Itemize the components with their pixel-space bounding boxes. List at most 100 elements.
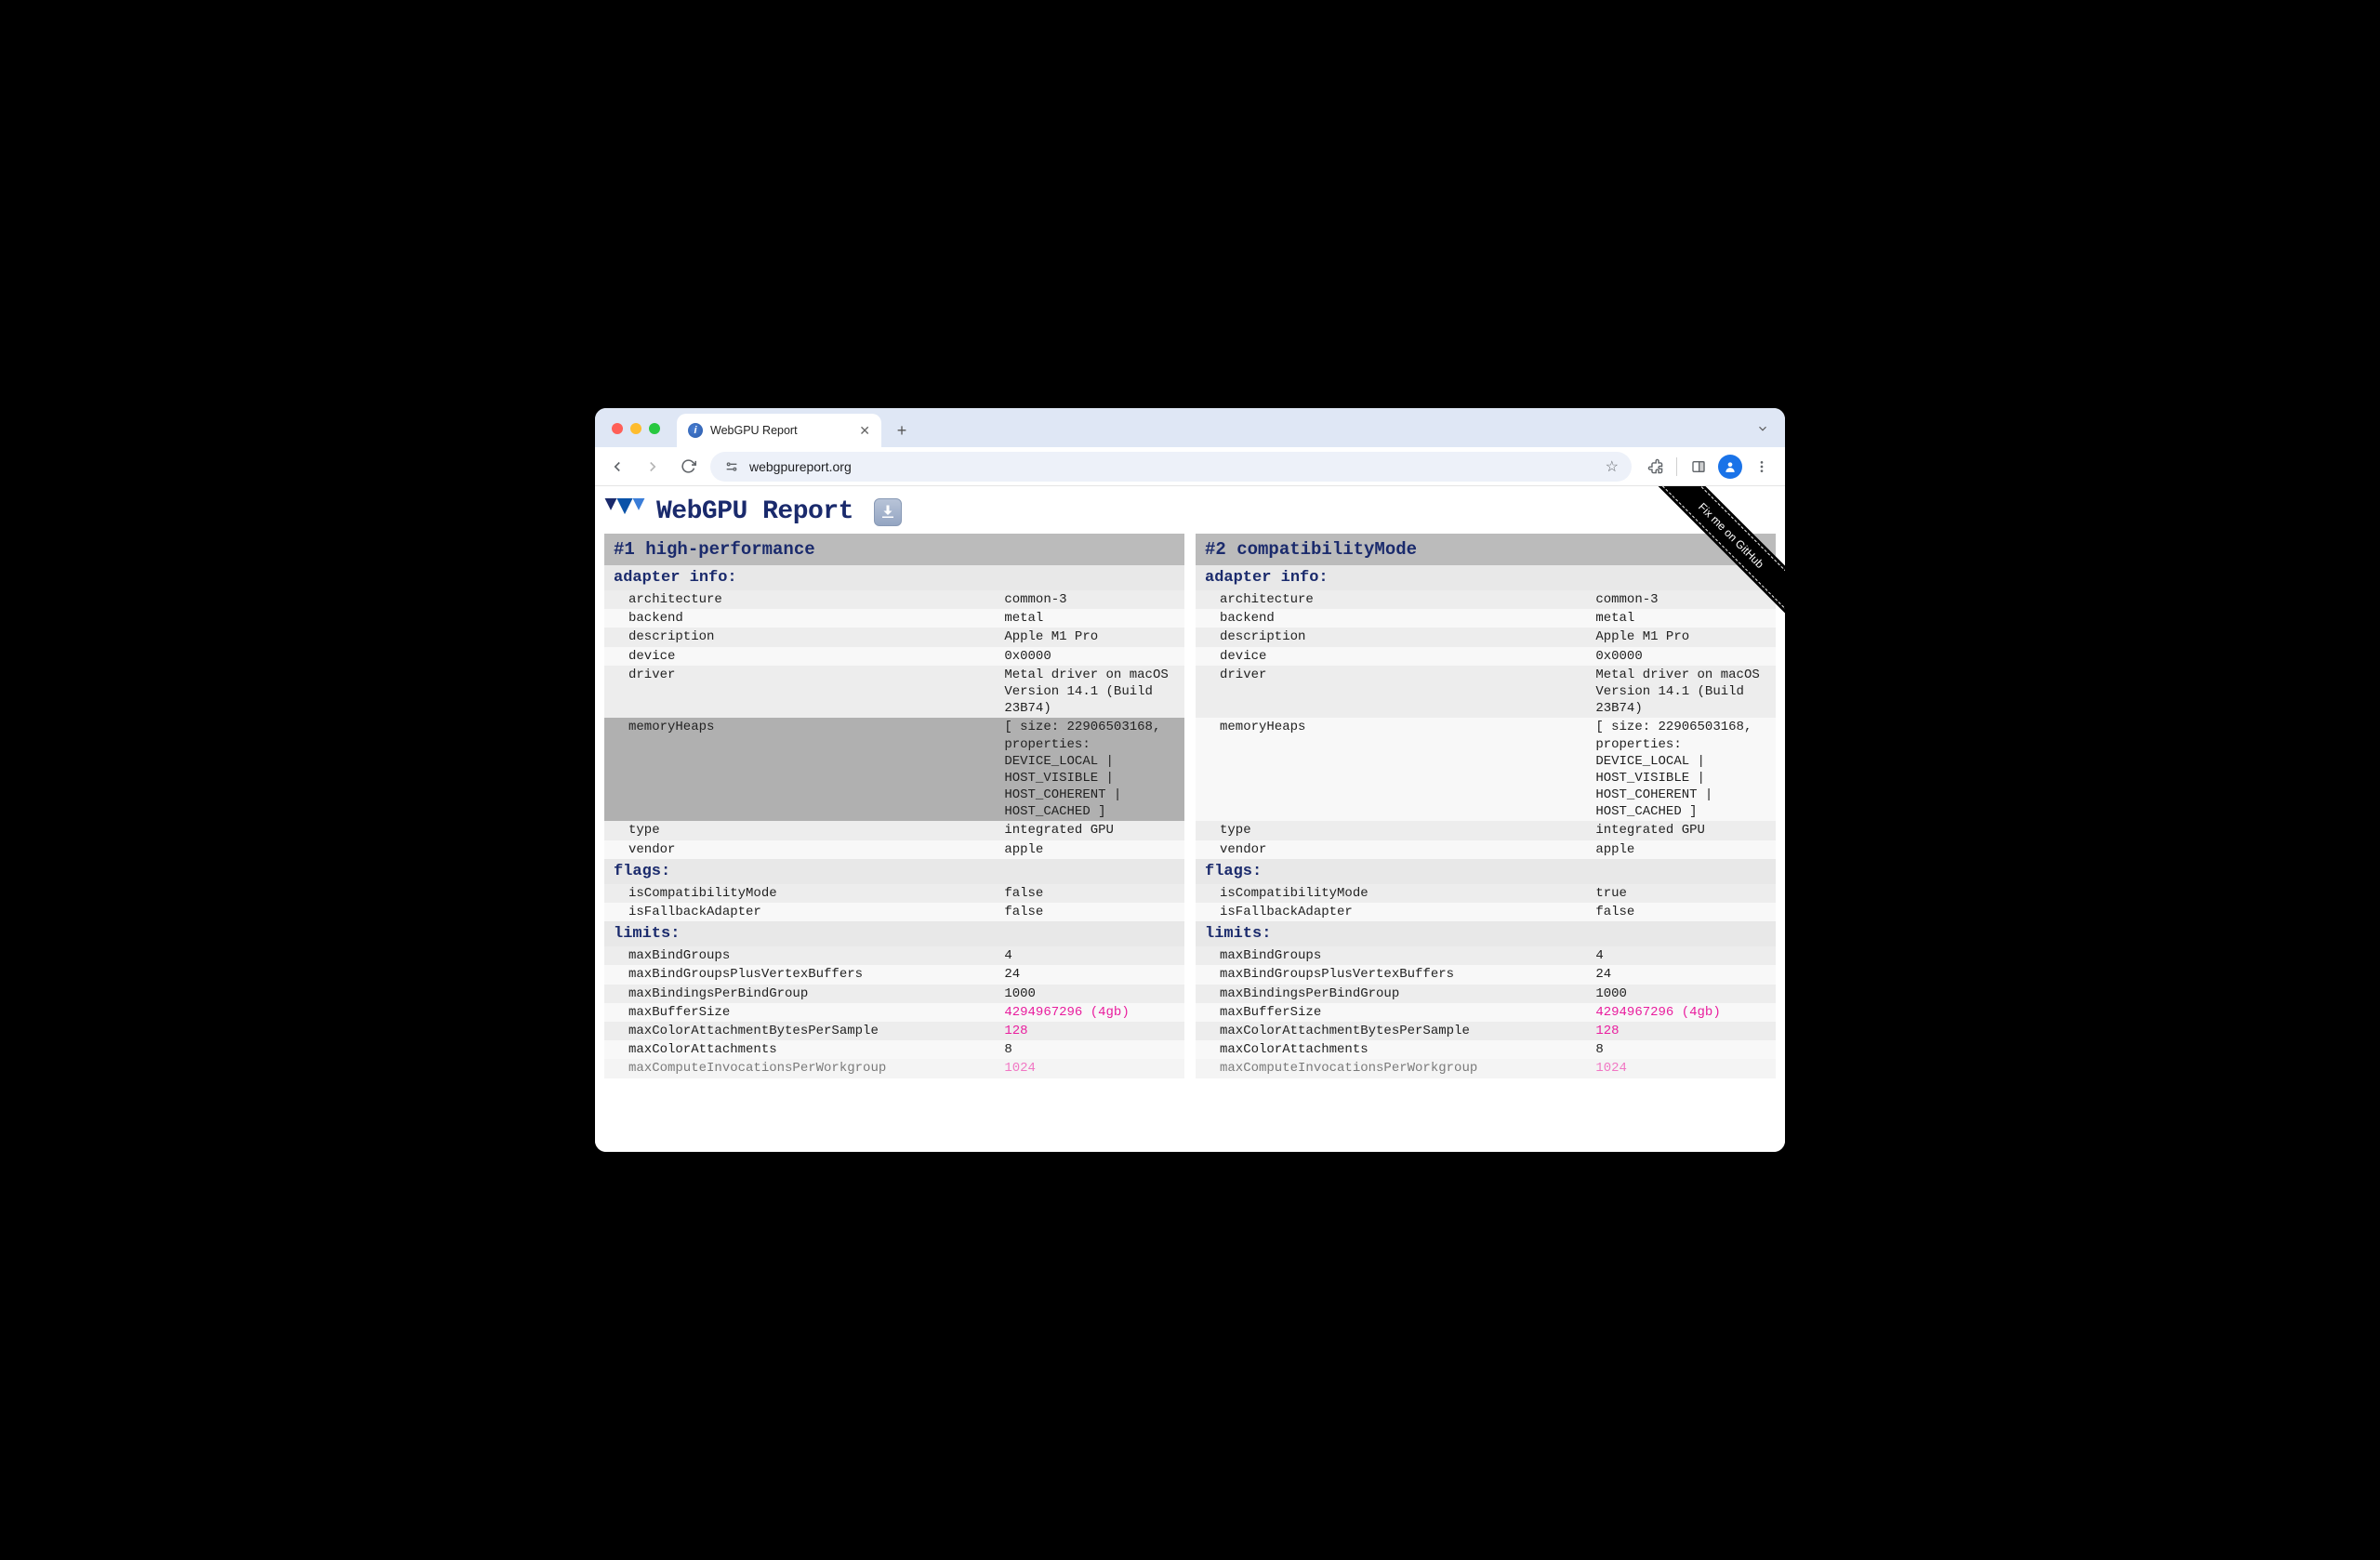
row-value: 4	[998, 946, 1184, 965]
table-row: maxComputeInvocationsPerWorkgroup1024	[604, 1059, 1184, 1077]
row-key: isCompatibilityMode	[604, 884, 998, 903]
row-value: 0x0000	[1590, 647, 1776, 666]
table-row: maxBindGroups4	[604, 946, 1184, 965]
row-value: apple	[1590, 840, 1776, 859]
row-key: type	[604, 821, 998, 839]
adapter-panel: #1 high-performanceadapter info:architec…	[604, 534, 1184, 1132]
row-value: apple	[998, 840, 1184, 859]
table-row: vendorapple	[604, 840, 1184, 859]
table-row: maxBindingsPerBindGroup1000	[604, 985, 1184, 1003]
row-key: driver	[1196, 666, 1590, 719]
row-key: maxComputeInvocationsPerWorkgroup	[1196, 1059, 1590, 1077]
page-content: Fix me on GitHub WebGPU Report #1 high-p…	[595, 486, 1785, 1152]
table-row: isCompatibilityModefalse	[604, 884, 1184, 903]
table-row: architecturecommon-3	[604, 590, 1184, 609]
table-row: device0x0000	[1196, 647, 1776, 666]
row-key: driver	[604, 666, 998, 719]
row-value: metal	[998, 609, 1184, 628]
tab-overflow-button[interactable]	[1750, 416, 1776, 442]
row-value: 4294967296 (4gb)	[998, 1003, 1184, 1022]
table-row: device0x0000	[604, 647, 1184, 666]
address-bar[interactable]: webgpureport.org ☆	[710, 452, 1632, 482]
row-value: 8	[1590, 1040, 1776, 1059]
table-row: maxColorAttachments8	[604, 1040, 1184, 1059]
data-rows: maxBindGroups4maxBindGroupsPlusVertexBuf…	[604, 946, 1184, 1077]
toolbar: webgpureport.org ☆	[595, 447, 1785, 486]
maximize-window-button[interactable]	[649, 423, 660, 434]
row-value: [ size: 22906503168, properties: DEVICE_…	[998, 718, 1184, 821]
row-value: integrated GPU	[998, 821, 1184, 839]
row-key: maxColorAttachmentBytesPerSample	[604, 1022, 998, 1040]
table-row: typeintegrated GPU	[1196, 821, 1776, 839]
menu-icon[interactable]	[1748, 453, 1776, 481]
tab-favicon: i	[688, 423, 703, 438]
browser-tab[interactable]: i WebGPU Report ✕	[677, 414, 881, 447]
forward-button[interactable]	[640, 454, 666, 480]
row-value: false	[1590, 903, 1776, 921]
table-row: memoryHeaps[ size: 22906503168, properti…	[604, 718, 1184, 821]
row-key: memoryHeaps	[604, 718, 998, 821]
close-window-button[interactable]	[612, 423, 623, 434]
row-key: type	[1196, 821, 1590, 839]
row-key: maxBindingsPerBindGroup	[1196, 985, 1590, 1003]
row-key: maxColorAttachments	[1196, 1040, 1590, 1059]
row-value: 0x0000	[998, 647, 1184, 666]
new-tab-button[interactable]: +	[889, 417, 915, 443]
back-button[interactable]	[604, 454, 630, 480]
row-value: [ size: 22906503168, properties: DEVICE_…	[1590, 718, 1776, 821]
row-value: Apple M1 Pro	[998, 628, 1184, 646]
table-row: maxBindGroups4	[1196, 946, 1776, 965]
row-value: Metal driver on macOS Version 14.1 (Buil…	[1590, 666, 1776, 719]
data-rows: maxBindGroups4maxBindGroupsPlusVertexBuf…	[1196, 946, 1776, 1077]
row-value: false	[998, 884, 1184, 903]
side-panel-icon[interactable]	[1685, 453, 1712, 481]
section-title: flags:	[604, 859, 1184, 884]
bookmark-icon[interactable]: ☆	[1606, 457, 1619, 476]
section-title: flags:	[1196, 859, 1776, 884]
table-row: descriptionApple M1 Pro	[604, 628, 1184, 646]
row-key: architecture	[1196, 590, 1590, 609]
row-value: integrated GPU	[1590, 821, 1776, 839]
minimize-window-button[interactable]	[630, 423, 641, 434]
table-row: maxComputeInvocationsPerWorkgroup1024	[1196, 1059, 1776, 1077]
row-key: maxBindGroups	[1196, 946, 1590, 965]
row-value: 1024	[1590, 1059, 1776, 1077]
table-row: memoryHeaps[ size: 22906503168, properti…	[1196, 718, 1776, 821]
close-tab-button[interactable]: ✕	[859, 423, 870, 439]
github-ribbon-label: Fix me on GitHub	[1649, 486, 1785, 617]
table-row: descriptionApple M1 Pro	[1196, 628, 1776, 646]
row-value: 1024	[998, 1059, 1184, 1077]
extensions-icon[interactable]	[1641, 453, 1669, 481]
row-key: isFallbackAdapter	[604, 903, 998, 921]
table-row: isFallbackAdapterfalse	[1196, 903, 1776, 921]
table-row: typeintegrated GPU	[604, 821, 1184, 839]
panel-title: #1 high-performance	[604, 534, 1184, 565]
table-row: maxBindGroupsPlusVertexBuffers24	[1196, 965, 1776, 984]
row-key: maxBufferSize	[604, 1003, 998, 1022]
table-row: maxColorAttachments8	[1196, 1040, 1776, 1059]
site-info-icon[interactable]	[723, 458, 740, 475]
page-header: WebGPU Report	[595, 486, 1785, 534]
profile-avatar[interactable]	[1718, 455, 1742, 479]
table-row: isFallbackAdapterfalse	[604, 903, 1184, 921]
section-title: adapter info:	[604, 565, 1184, 590]
row-key: backend	[604, 609, 998, 628]
tab-title: WebGPU Report	[710, 424, 798, 437]
divider	[1676, 457, 1677, 476]
row-key: description	[1196, 628, 1590, 646]
row-value: 128	[998, 1022, 1184, 1040]
table-row: maxBindGroupsPlusVertexBuffers24	[604, 965, 1184, 984]
row-key: maxBindGroupsPlusVertexBuffers	[1196, 965, 1590, 984]
url-text: webgpureport.org	[749, 459, 852, 474]
table-row: driverMetal driver on macOS Version 14.1…	[1196, 666, 1776, 719]
page-title: WebGPU Report	[656, 497, 853, 526]
reload-button[interactable]	[675, 454, 701, 480]
github-ribbon[interactable]: Fix me on GitHub	[1646, 486, 1785, 626]
row-value: 4	[1590, 946, 1776, 965]
table-row: driverMetal driver on macOS Version 14.1…	[604, 666, 1184, 719]
download-button[interactable]	[874, 498, 902, 526]
table-row: isCompatibilityModetrue	[1196, 884, 1776, 903]
row-value: 24	[1590, 965, 1776, 984]
row-value: Apple M1 Pro	[1590, 628, 1776, 646]
row-value: 4294967296 (4gb)	[1590, 1003, 1776, 1022]
